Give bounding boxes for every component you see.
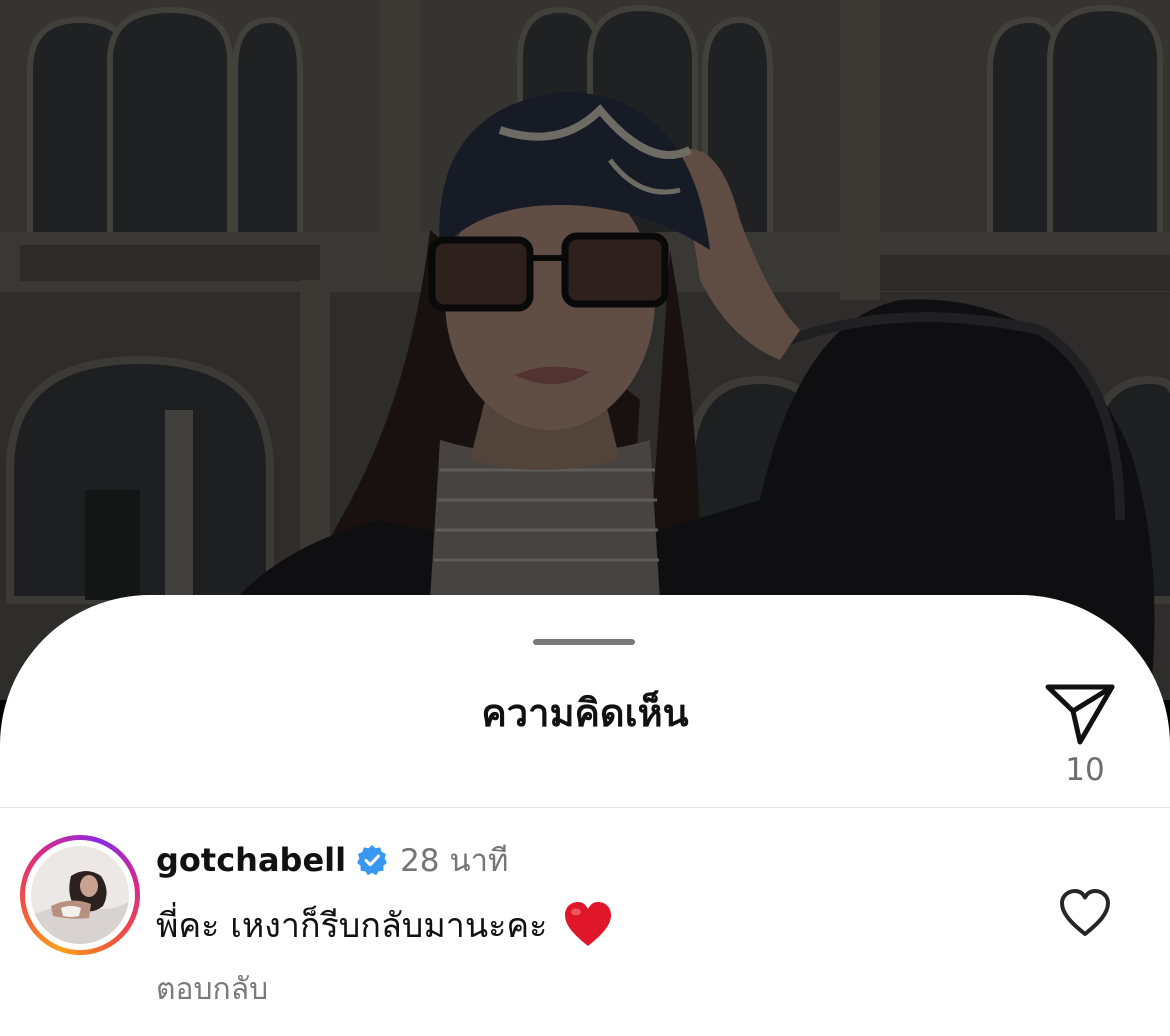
verified-badge-icon: [356, 844, 388, 876]
comments-screen: ความคิดเห็น gotchabell 28 นาที พี่คะ เหง…: [0, 0, 1170, 1036]
red-heart-emoji-icon: [563, 901, 613, 949]
comment-body: พี่คะ เหงาก็รีบกลับมานะคะ: [156, 898, 613, 952]
comment-row[interactable]: gotchabell 28 นาที พี่คะ เหงาก็รีบกลับมา…: [0, 808, 1170, 1036]
comment-timestamp: 28 นาที: [400, 843, 509, 879]
like-count: 10: [1065, 752, 1105, 788]
comment-header: gotchabell 28 นาที: [156, 838, 508, 882]
heart-outline-icon[interactable]: [1058, 888, 1112, 938]
sheet-grabber[interactable]: [533, 639, 635, 645]
sheet-title: ความคิดเห็น: [481, 691, 689, 735]
avatar[interactable]: [31, 846, 129, 944]
comment-username[interactable]: gotchabell: [156, 841, 346, 879]
comment-text: พี่คะ เหงาก็รีบกลับมานะคะ: [156, 906, 548, 946]
reply-button[interactable]: ตอบกลับ: [156, 966, 268, 1013]
paper-plane-icon[interactable]: [1040, 675, 1120, 755]
comments-sheet: ความคิดเห็น gotchabell 28 นาที พี่คะ เหง…: [0, 595, 1170, 1036]
avatar-story-ring[interactable]: [20, 835, 140, 955]
